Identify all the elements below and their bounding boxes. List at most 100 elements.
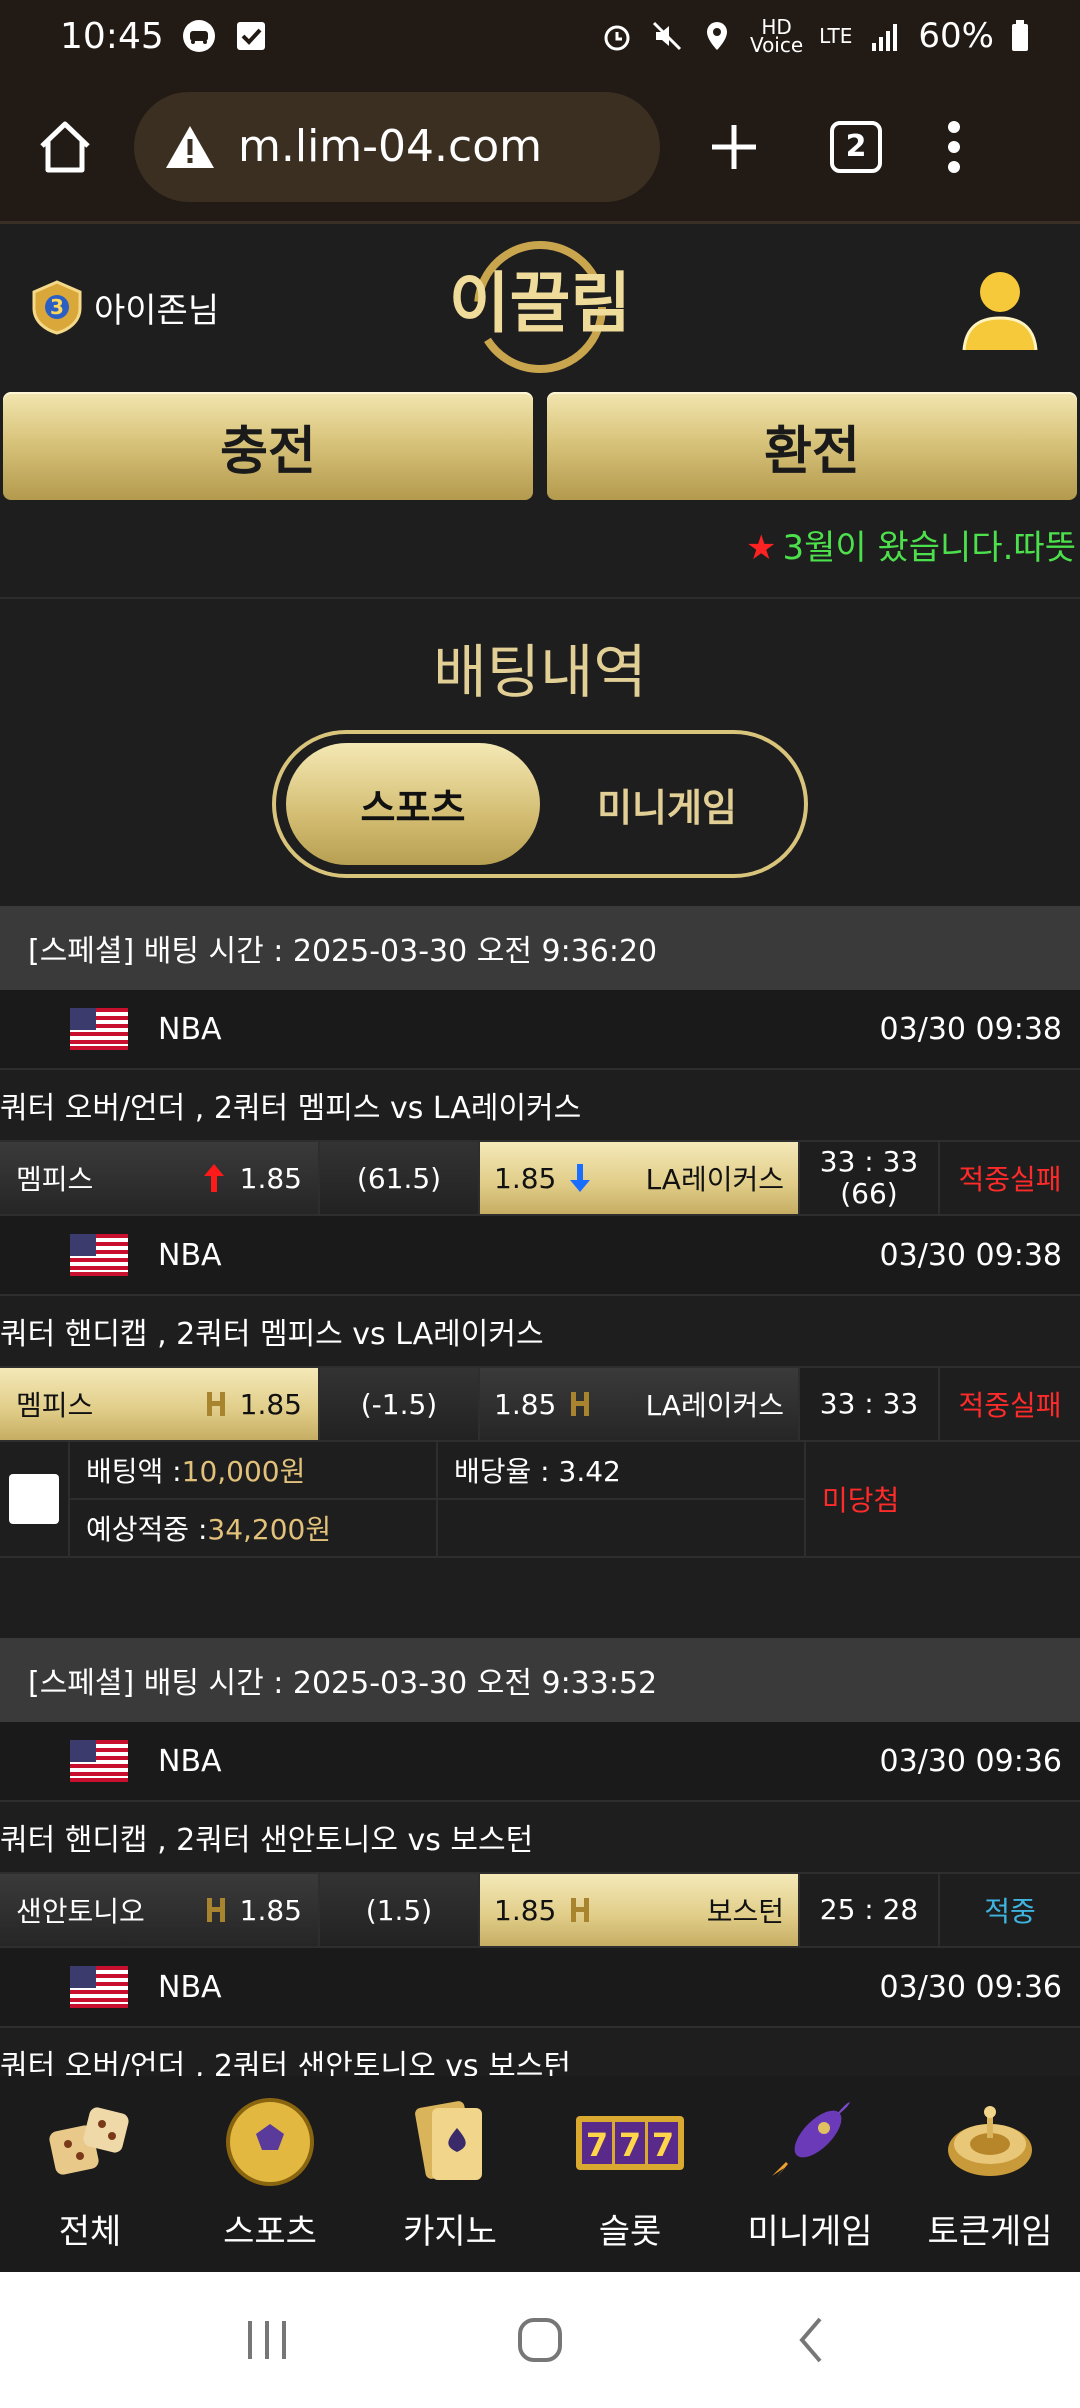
- bet-history-list: [스페셜] 배팅 시간 : 2025-03-30 오전 9:36:20 NBA …: [0, 906, 1080, 2098]
- tab-count: 2: [845, 129, 867, 164]
- away-odds: 1.85: [494, 1387, 557, 1421]
- tab-sports[interactable]: 스포츠: [286, 743, 540, 865]
- nav-all[interactable]: 전체: [0, 2076, 180, 2272]
- select-checkbox-cell: [0, 1442, 70, 1556]
- car-icon: [182, 20, 215, 52]
- level-shield-icon: 3: [32, 280, 82, 335]
- away-team-cell[interactable]: 1.85 LA레이커스: [480, 1368, 800, 1440]
- home-team: 멤피스: [16, 1163, 94, 1196]
- back-icon[interactable]: [788, 2315, 838, 2365]
- nav-token-game[interactable]: 토큰게임: [900, 2076, 1080, 2272]
- game-row: NBA 03/30 09:38: [0, 1216, 1080, 1296]
- nav-sports[interactable]: 스포츠: [180, 2076, 360, 2272]
- line-value: (-1.5): [320, 1368, 480, 1440]
- signal-icon: [872, 24, 898, 51]
- bet-amount: 10,000원: [181, 1455, 306, 1488]
- divider: [0, 597, 1080, 599]
- nav-slot[interactable]: 777 슬롯: [540, 2076, 720, 2272]
- game-row: NBA 03/30 09:36: [0, 1722, 1080, 1802]
- league-name: NBA: [158, 1743, 222, 1779]
- category-toggle: 스포츠 미니게임: [272, 730, 808, 878]
- market-description: 쿼터 오버/언더 , 2쿼터 멤피스 vs LA레이커스: [0, 1070, 1080, 1140]
- tab-minigame[interactable]: 미니게임: [540, 743, 794, 865]
- away-team-cell-selected[interactable]: 1.85 보스턴: [480, 1874, 800, 1946]
- site-logo[interactable]: 이끌림: [440, 234, 640, 380]
- slot-777-icon: 777: [576, 2116, 684, 2170]
- odds-row: 멤피스 1.85 (-1.5) 1.85 LA레이커스 33 : 33 적중실패: [0, 1366, 1080, 1442]
- nav-minigame[interactable]: 미니게임: [720, 2076, 900, 2272]
- profile-icon[interactable]: [960, 266, 1040, 354]
- expected-win-row: 예상적중 : 34,200원: [70, 1500, 436, 1556]
- us-flag-icon: [70, 1966, 128, 2008]
- away-team-cell-selected[interactable]: 1.85 LA레이커스: [480, 1142, 800, 1214]
- result-badge: 적중실패: [958, 1163, 1062, 1196]
- roulette-icon: [948, 2106, 1032, 2176]
- us-flag-icon: [70, 1234, 128, 1276]
- home-icon[interactable]: [30, 112, 100, 182]
- score: 25 : 28: [800, 1874, 940, 1946]
- svg-text:7: 7: [619, 2126, 641, 2164]
- home-team-cell-selected[interactable]: 멤피스 1.85: [0, 1368, 320, 1440]
- rocket-icon: [772, 2102, 850, 2178]
- user-name: 아이존님: [94, 290, 220, 331]
- us-flag-icon: [70, 1740, 128, 1782]
- nav-casino[interactable]: 카지노: [360, 2076, 540, 2272]
- arrow-down-icon: [570, 1164, 591, 1192]
- url-bar[interactable]: m.lim-04.com: [134, 91, 660, 202]
- game-time: 03/30 09:36: [879, 1969, 1062, 2005]
- dice-icon: [49, 2107, 129, 2175]
- tab-switcher-button[interactable]: 2: [830, 120, 882, 173]
- cards-icon: [415, 2101, 482, 2180]
- recent-apps-icon[interactable]: [242, 2315, 292, 2365]
- odds-row: 샌안토니오 1.85 (1.5) 1.85 보스턴 25 : 28 적중: [0, 1872, 1080, 1948]
- deposit-button[interactable]: 충전: [3, 392, 533, 500]
- market-description: 쿼터 핸디캡 , 2쿼터 멤피스 vs LA레이커스: [0, 1296, 1080, 1366]
- league-name: NBA: [158, 1237, 222, 1273]
- more-menu-icon[interactable]: [944, 117, 964, 177]
- away-team: 보스턴: [706, 1895, 784, 1928]
- location-icon: [706, 22, 727, 50]
- result-badge: 적중: [984, 1895, 1036, 1928]
- summary-amounts: 배팅액 : 10,000원 예상적중 : 34,200원: [70, 1442, 438, 1556]
- nav-label: 스포츠: [223, 2212, 317, 2252]
- status-bar: 10:45 HD Voice LTE 60%: [0, 0, 1080, 72]
- star-icon: ★: [746, 528, 777, 568]
- clock: 10:45: [60, 15, 164, 57]
- home-team-cell[interactable]: 샌안토니오 1.85: [0, 1874, 320, 1946]
- nav-label: 슬롯: [598, 2212, 662, 2252]
- odds-rate: 배당율 : 3.42: [438, 1442, 804, 1500]
- battery-icon: [1012, 20, 1028, 51]
- user-badge[interactable]: 3 아이존님: [28, 278, 219, 336]
- bottom-nav: 전체 스포츠 카지노 777 슬롯 미니게임 토큰게임: [0, 2076, 1080, 2272]
- league-name: NBA: [158, 1969, 222, 2005]
- bet-status: 미당첨: [822, 1484, 900, 1517]
- bet-amount-label: 배팅액 :: [86, 1455, 182, 1488]
- us-flag-icon: [70, 1008, 128, 1050]
- system-nav-bar: [0, 2272, 1080, 2408]
- league-name: NBA: [158, 1011, 222, 1047]
- handicap-icon: [206, 1392, 225, 1416]
- expected-win-label: 예상적중 :: [86, 1513, 208, 1546]
- game-row: NBA 03/30 09:36: [0, 1948, 1080, 2028]
- game-time: 03/30 09:36: [879, 1743, 1062, 1779]
- alarm-icon: [604, 25, 630, 51]
- home-button-icon[interactable]: [515, 2315, 565, 2365]
- withdraw-button[interactable]: 환전: [547, 392, 1077, 500]
- warning-icon[interactable]: [164, 123, 216, 171]
- odds-row: 멤피스 1.85 (61.5) 1.85 LA레이커스 33 : 33 (66)…: [0, 1140, 1080, 1216]
- handicap-icon: [571, 1898, 590, 1922]
- notice-text: 3월이 왔습니다.따뜻: [782, 528, 1077, 568]
- home-odds: 1.85: [239, 1161, 302, 1195]
- game-row: NBA 03/30 09:38: [0, 990, 1080, 1070]
- score-value: 33 : 33: [819, 1145, 919, 1178]
- new-tab-icon[interactable]: [704, 117, 764, 177]
- away-team: LA레이커스: [645, 1389, 784, 1422]
- logo-text: 이끌림: [449, 265, 631, 342]
- select-checkbox[interactable]: [9, 1474, 59, 1524]
- score: 33 : 33: [800, 1368, 940, 1440]
- nav-label: 카지노: [403, 2212, 497, 2252]
- svg-text:7: 7: [586, 2126, 608, 2164]
- home-team-cell[interactable]: 멤피스 1.85: [0, 1142, 320, 1214]
- url-text[interactable]: m.lim-04.com: [238, 121, 542, 172]
- game-time: 03/30 09:38: [879, 1237, 1062, 1273]
